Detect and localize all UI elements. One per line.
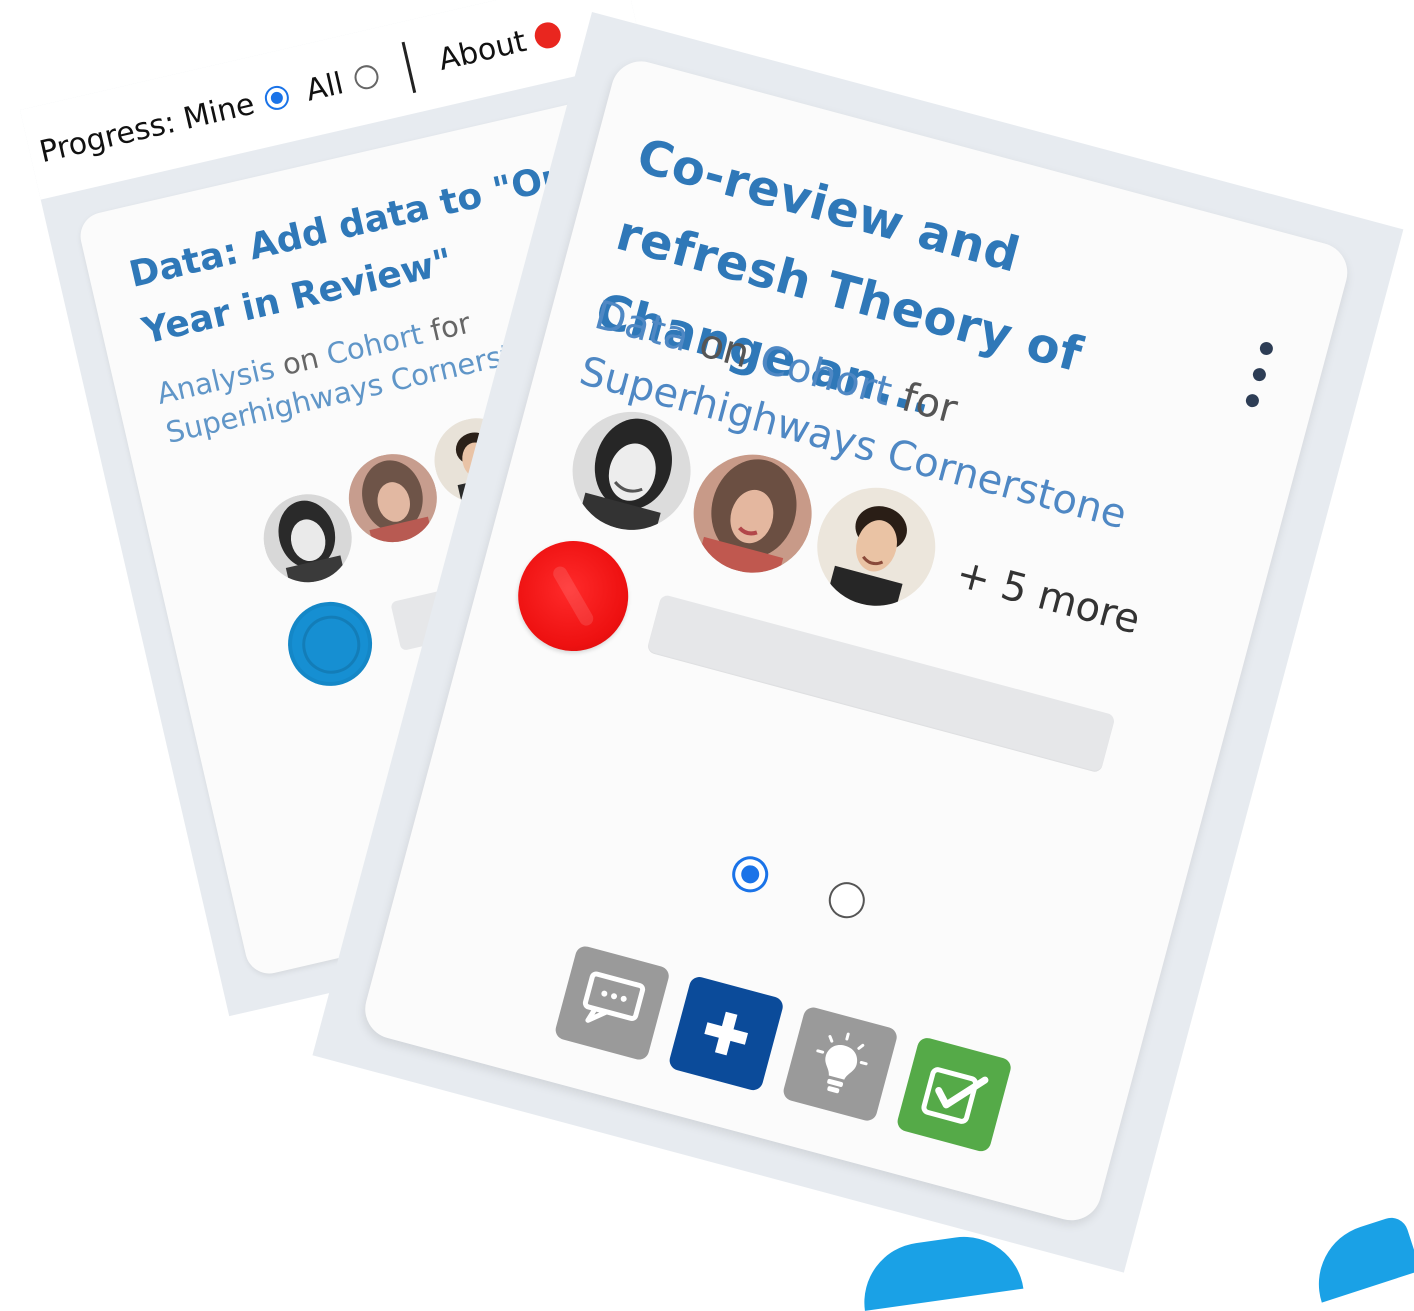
subtitle-on-text: on: [270, 338, 331, 385]
plus-icon: [704, 1011, 749, 1056]
comment-button[interactable]: [553, 944, 671, 1062]
card-action-toolbar: [552, 944, 1042, 1165]
comment-icon: [582, 971, 646, 1023]
kebab-menu-icon[interactable]: [1237, 340, 1277, 422]
decorative-shape-right: [1303, 1213, 1414, 1303]
task-status-indicator[interactable]: [279, 593, 381, 695]
avatar[interactable]: [804, 474, 949, 620]
checkbox-icon: [921, 1067, 989, 1124]
complete-button[interactable]: [895, 1035, 1013, 1154]
pager-dot-2[interactable]: [824, 878, 869, 923]
idea-button[interactable]: [781, 1005, 899, 1123]
progress-all-label: All: [302, 65, 347, 109]
more-members-label[interactable]: + 5 more: [951, 550, 1145, 643]
progress-all-radio[interactable]: [351, 62, 381, 92]
about-notification-badge: [532, 19, 564, 51]
about-link[interactable]: About: [435, 23, 529, 77]
avatar[interactable]: [254, 485, 361, 592]
lightbulb-icon: [816, 1032, 868, 1094]
decorative-shape-left: [856, 1229, 1024, 1311]
subtitle-on-text: on: [682, 316, 767, 381]
pager-dot-1[interactable]: [728, 852, 773, 897]
progress-mine-radio[interactable]: [262, 83, 292, 113]
avatar[interactable]: [340, 445, 446, 551]
assignee-avatars: [250, 409, 527, 592]
progress-mine-label: Progress: Mine: [36, 86, 258, 170]
subtitle-for-text: for: [418, 305, 474, 350]
avatar[interactable]: [680, 441, 825, 586]
add-button[interactable]: [667, 974, 785, 1093]
subtitle-for-text: for: [884, 371, 962, 434]
filter-divider: [401, 41, 416, 94]
card-pager: [727, 852, 892, 932]
